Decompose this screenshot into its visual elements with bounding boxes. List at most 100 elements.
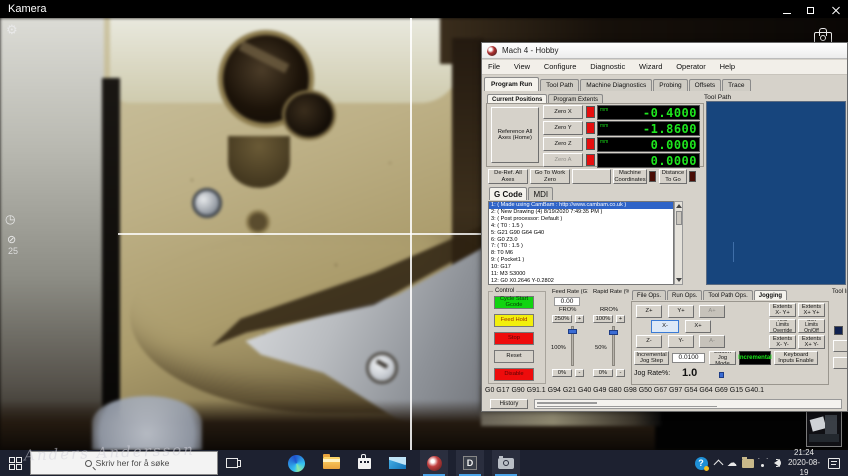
history-button[interactable]: History: [490, 399, 528, 409]
rro-minus-button[interactable]: -: [616, 369, 625, 377]
settings-gear-icon[interactable]: ⚙: [6, 22, 18, 38]
taskbar-search-input[interactable]: Skriv her for å søke: [30, 451, 218, 475]
tab-program-run[interactable]: Program Run: [484, 77, 539, 91]
taskbar-clock[interactable]: 21:24 2020-08-19: [786, 450, 822, 476]
jog-rate-slider[interactable]: [719, 372, 724, 378]
jog-a-plus-button[interactable]: A+: [699, 305, 725, 318]
rro-slider-handle[interactable]: [609, 330, 618, 335]
jog-z-minus-button[interactable]: Z-: [636, 335, 662, 348]
scroll-down-icon[interactable]: [676, 277, 682, 283]
soft-limits-button[interactable]: Soft Limits On/Off: [798, 319, 825, 333]
tray-volume-button[interactable]: [770, 450, 784, 476]
gcode-line[interactable]: 8: T0 M6: [489, 250, 673, 257]
zero-y-button[interactable]: Zero Y: [543, 121, 583, 135]
tab-machine-diagnostics[interactable]: Machine Diagnostics: [580, 79, 652, 91]
gcode-line[interactable]: 2: ( New Drawing (4) 8/19/2020 7:49:35 P…: [489, 209, 673, 216]
gcode-list[interactable]: 1: ( Made using CamBam : http://www.camb…: [488, 201, 674, 285]
zero-z-button[interactable]: Zero Z: [543, 137, 583, 151]
camera-taskbar-button[interactable]: [492, 450, 520, 476]
gcode-line[interactable]: 5: G21 G90 G64 G40: [489, 230, 673, 237]
axis-limits-override-button[interactable]: Axis Limits Override: [769, 319, 796, 333]
gcode-line[interactable]: 12: G0 X0.2646 Y-0.2802: [489, 278, 673, 285]
tab-tool-path-ops[interactable]: Tool Path Ops.: [703, 290, 752, 300]
mach4-taskbar-button[interactable]: [420, 450, 448, 476]
zero-x-button[interactable]: Zero X: [543, 105, 583, 119]
gcode-line[interactable]: 10: G17: [489, 264, 673, 271]
toolinfo-button-2[interactable]: [833, 357, 848, 369]
mach4-titlebar[interactable]: Mach 4 - Hobby: [482, 43, 847, 59]
keyboard-inputs-enable-button[interactable]: Keyboard Inputs Enable: [774, 351, 818, 365]
stop-button[interactable]: Stop: [494, 332, 534, 345]
photo-timer-icon[interactable]: ◷: [5, 212, 15, 226]
tab-tool-path[interactable]: Tool Path: [540, 79, 579, 91]
tab-mdi[interactable]: MDI: [528, 187, 553, 200]
tab-gcode[interactable]: G Code: [489, 187, 527, 200]
tab-offsets[interactable]: Offsets: [689, 79, 721, 91]
feed-hold-button[interactable]: Feed Hold: [494, 314, 534, 327]
gcode-line[interactable]: 11: M3 S3000: [489, 271, 673, 278]
cycle-start-button[interactable]: Cycle Start Gcode: [494, 296, 534, 309]
gcode-scrollbar[interactable]: [674, 201, 683, 285]
fro-slider-handle[interactable]: [568, 329, 577, 334]
toolpath-canvas[interactable]: [706, 101, 846, 285]
minimize-button[interactable]: [782, 6, 792, 16]
scroll-thumb[interactable]: [676, 211, 682, 225]
task-view-button[interactable]: [220, 450, 244, 476]
extents-xm-ym-button[interactable]: Extents X- Y-: [769, 335, 796, 349]
fro-minus-button[interactable]: -: [575, 369, 584, 377]
goto-work-zero-button[interactable]: Go To Work Zero: [530, 169, 570, 184]
menu-operator[interactable]: Operator: [670, 60, 712, 71]
disable-button[interactable]: Disable: [494, 368, 534, 381]
mail-button[interactable]: [384, 450, 410, 476]
toolinfo-button-1[interactable]: [833, 340, 848, 352]
extents-xm-yp-button[interactable]: Extents X- Y+: [769, 303, 796, 317]
tab-file-ops[interactable]: File Ops.: [632, 290, 666, 300]
jog-y-plus-button[interactable]: Y+: [668, 305, 694, 318]
jog-y-minus-button[interactable]: Y-: [668, 335, 694, 348]
edge-button[interactable]: [283, 450, 309, 476]
menu-wizard[interactable]: Wizard: [633, 60, 668, 71]
menu-file[interactable]: File: [482, 60, 506, 71]
gcode-line[interactable]: 4: ( T0 : 1.5 ): [489, 223, 673, 230]
deref-all-axes-button[interactable]: De-Ref. All Axes: [488, 169, 528, 184]
file-explorer-button[interactable]: [318, 450, 344, 476]
menu-help[interactable]: Help: [714, 60, 741, 71]
tab-probing[interactable]: Probing: [653, 79, 687, 91]
jog-step-value[interactable]: 0.0100: [672, 353, 705, 363]
tray-drive-button[interactable]: [740, 450, 756, 476]
close-button[interactable]: [831, 6, 841, 16]
gcode-line[interactable]: 3: ( Post processor: Default ): [489, 216, 673, 223]
blank-button[interactable]: [572, 169, 611, 184]
gcode-line[interactable]: 9: ( Pocket1 ): [489, 257, 673, 264]
tray-help-button[interactable]: ?: [692, 450, 710, 476]
gcode-line[interactable]: 1: ( Made using CamBam : http://www.camb…: [489, 202, 673, 209]
reset-button[interactable]: Reset: [494, 350, 534, 363]
maximize-button[interactable]: [806, 6, 816, 16]
fro-plus-button[interactable]: +: [575, 315, 584, 323]
timer-off-icon[interactable]: ⊘: [7, 233, 16, 246]
tray-chevron-button[interactable]: [711, 450, 725, 476]
gcode-line[interactable]: 7: ( T0 : 1.5 ): [489, 243, 673, 250]
app-d-taskbar-button[interactable]: D: [456, 450, 484, 476]
tab-trace[interactable]: Trace: [722, 79, 750, 91]
scroll-up-icon[interactable]: [676, 203, 682, 209]
gcode-line[interactable]: 6: G0 Z3.0: [489, 237, 673, 244]
action-center-button[interactable]: [824, 450, 844, 476]
extents-xp-ym-button[interactable]: Extents X+ Y-: [798, 335, 825, 349]
machine-coordinates-button[interactable]: Machine Coordinates: [613, 169, 647, 184]
onedrive-button[interactable]: ☁: [724, 450, 740, 476]
reference-all-axes-button[interactable]: Reference All Axes (Home): [491, 107, 539, 163]
rro-plus-button[interactable]: +: [616, 315, 625, 323]
distance-to-go-button[interactable]: Distance To Go: [659, 169, 687, 184]
button-jog-mode-button[interactable]: Button Jog Mode: [709, 351, 736, 365]
menu-view[interactable]: View: [508, 60, 536, 71]
store-button[interactable]: [352, 450, 376, 476]
history-log-field[interactable]: [534, 399, 842, 409]
zero-a-button[interactable]: Zero A: [543, 153, 583, 167]
tab-jogging[interactable]: Jogging: [754, 290, 787, 300]
jog-a-minus-button[interactable]: A-: [699, 335, 725, 348]
start-button[interactable]: [2, 450, 28, 476]
jog-x-minus-button[interactable]: X-: [651, 320, 679, 333]
tray-network-button[interactable]: [756, 450, 770, 476]
jog-z-plus-button[interactable]: Z+: [636, 305, 662, 318]
